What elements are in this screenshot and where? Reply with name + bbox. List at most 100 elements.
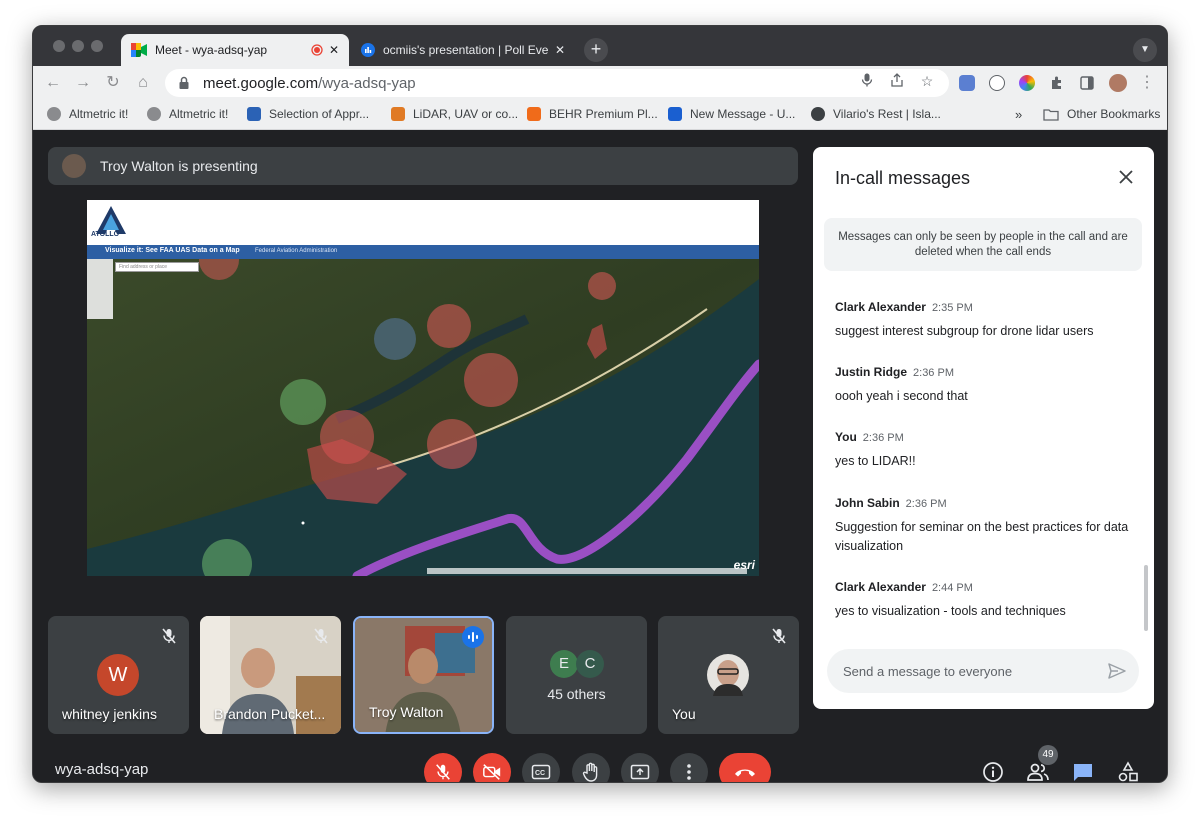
tab-search-chevron-icon[interactable]: ▼ <box>1133 38 1157 62</box>
message-text: yes to LIDAR!! <box>835 454 916 468</box>
participant-name: You <box>672 706 696 722</box>
url-host: meet.google.com <box>203 74 319 92</box>
chat-button[interactable] <box>1070 759 1096 782</box>
home-icon[interactable]: ⌂ <box>133 74 153 92</box>
chat-notice: Messages can only be seen by people in t… <box>824 218 1142 271</box>
close-tab-icon[interactable]: ✕ <box>329 43 339 57</box>
chat-scrollbar[interactable] <box>1144 565 1148 631</box>
new-tab-button[interactable]: + <box>584 38 608 62</box>
activities-button[interactable] <box>1115 759 1141 782</box>
camera-off-icon <box>483 764 501 780</box>
message-time: 2:36 PM <box>905 498 947 510</box>
other-bookmarks[interactable]: Other Bookmarks <box>1043 107 1160 121</box>
chat-message-input[interactable]: Send a message to everyone <box>827 649 1139 693</box>
map-search-input[interactable]: Find address or place <box>115 262 199 272</box>
share-icon[interactable] <box>889 73 905 89</box>
bookmark-item[interactable]: BEHR Premium Pl... <box>527 107 658 121</box>
participant-tile-whitney[interactable]: W whitney jenkins <box>48 616 189 734</box>
google-g-icon <box>811 107 825 121</box>
message-text: oooh yeah i second that <box>835 389 968 403</box>
map-attribution-bar <box>427 568 747 574</box>
minimize-window-dot[interactable] <box>72 40 84 52</box>
more-options-button[interactable] <box>670 753 708 782</box>
message-sender: John Sabin <box>835 496 900 510</box>
address-bar[interactable]: meet.google.com/wya-adsq-yap <box>165 69 949 97</box>
side-panel-icon[interactable] <box>1079 75 1095 91</box>
browser-menu-icon[interactable]: ⋮ <box>1137 74 1157 92</box>
info-icon <box>983 762 1003 782</box>
leave-call-button[interactable] <box>719 753 771 782</box>
self-avatar <box>707 654 749 696</box>
muted-mic-icon <box>772 628 786 644</box>
recording-icon <box>311 44 323 56</box>
presenting-banner: Troy Walton is presenting <box>48 147 798 185</box>
extension-jm-icon[interactable] <box>989 75 1005 91</box>
bookmark-label: BEHR Premium Pl... <box>549 107 658 121</box>
bookmark-item[interactable]: LiDAR, UAV or co... <box>391 107 518 121</box>
extension-color-icon[interactable] <box>1019 75 1035 91</box>
close-icon[interactable] <box>1116 167 1136 187</box>
camera-toggle-button[interactable] <box>473 753 511 782</box>
bookmark-star-icon[interactable]: ☆ <box>919 73 935 89</box>
more-vertical-icon <box>687 764 691 780</box>
bookmark-item[interactable]: Vilario's Rest | Isla... <box>811 107 941 121</box>
reload-icon[interactable]: ↻ <box>103 74 123 92</box>
back-arrow-icon[interactable]: ← <box>43 74 63 92</box>
participant-count-badge: 49 <box>1038 745 1058 765</box>
message-sender: Justin Ridge <box>835 365 908 379</box>
participant-tile-you[interactable]: You <box>658 616 799 734</box>
close-tab-icon[interactable]: ✕ <box>555 43 565 57</box>
raise-hand-button[interactable] <box>572 753 610 782</box>
bookmark-item[interactable]: Altmetric it! <box>47 107 128 121</box>
participant-tile-troy[interactable]: Troy Walton <box>353 616 494 734</box>
participant-avatar-c: C <box>576 650 604 678</box>
message-time: 2:44 PM <box>931 582 973 594</box>
chat-message: Justin Ridge 2:36 PM oooh yeah i second t… <box>835 363 1135 406</box>
participant-avatar: W <box>97 654 139 696</box>
microphone-toggle-button[interactable] <box>424 753 462 782</box>
globe-icon <box>47 107 61 121</box>
hang-up-icon <box>735 769 755 777</box>
atollo-logo-text: ATOLLO <box>91 231 120 238</box>
meet-favicon-icon <box>131 43 147 57</box>
bookmark-label: Altmetric it! <box>69 107 129 121</box>
participant-name: Troy Walton <box>369 704 444 720</box>
bookmarks-overflow-button[interactable]: » <box>1015 107 1022 122</box>
meeting-details-button[interactable] <box>980 759 1006 782</box>
extension-shield-icon[interactable] <box>959 75 975 91</box>
globe-icon <box>147 107 161 121</box>
send-icon[interactable] <box>1107 661 1127 681</box>
message-time: 2:36 PM <box>913 367 954 379</box>
microphone-icon[interactable] <box>859 73 875 89</box>
tab-meet[interactable]: Meet - wya-adsq-yap ✕ <box>121 34 349 66</box>
esri-logo: esri <box>733 558 755 572</box>
svg-text:CC: CC <box>535 770 545 777</box>
participant-tile-brandon[interactable]: Brandon Pucket... <box>200 616 341 734</box>
bookmark-item[interactable]: Selection of Appr... <box>247 107 369 121</box>
chat-input-placeholder: Send a message to everyone <box>843 664 1013 679</box>
url-text: meet.google.com/wya-adsq-yap <box>203 75 416 92</box>
chat-icon <box>1074 764 1092 781</box>
participant-tile-others[interactable]: E C 45 others <box>506 616 647 734</box>
others-count: 45 others <box>547 686 606 702</box>
tab-title: ocmiis's presentation | Poll Eve <box>383 43 549 57</box>
participant-name: Brandon Pucket... <box>214 706 326 722</box>
presenter-avatar <box>62 154 86 178</box>
shared-screen[interactable]: ATOLLO Visualize it: See FAA UAS Data on… <box>87 200 759 576</box>
message-text: suggest interest subgroup for drone lida… <box>835 324 1094 338</box>
present-screen-button[interactable] <box>621 753 659 782</box>
speaking-indicator-icon <box>462 626 484 648</box>
bookmark-item[interactable]: New Message - U... <box>668 107 795 121</box>
zoom-window-dot[interactable] <box>91 40 103 52</box>
close-window-dot[interactable] <box>53 40 65 52</box>
bookmark-label: LiDAR, UAV or co... <box>413 107 519 121</box>
bookmark-item[interactable]: Altmetric it! <box>147 107 228 121</box>
chat-message: Clark Alexander 2:44 PM yes to visualizat… <box>835 578 1135 621</box>
profile-avatar[interactable] <box>1109 74 1127 92</box>
forward-arrow-icon[interactable]: → <box>73 74 93 92</box>
chat-title: In-call messages <box>835 168 971 188</box>
bookmarks-bar: Altmetric it! Altmetric it! Selection of… <box>33 100 1167 130</box>
captions-button[interactable]: CC <box>522 753 560 782</box>
tab-poll[interactable]: ocmiis's presentation | Poll Eve ✕ <box>351 34 575 66</box>
extensions-puzzle-icon[interactable] <box>1049 75 1065 91</box>
